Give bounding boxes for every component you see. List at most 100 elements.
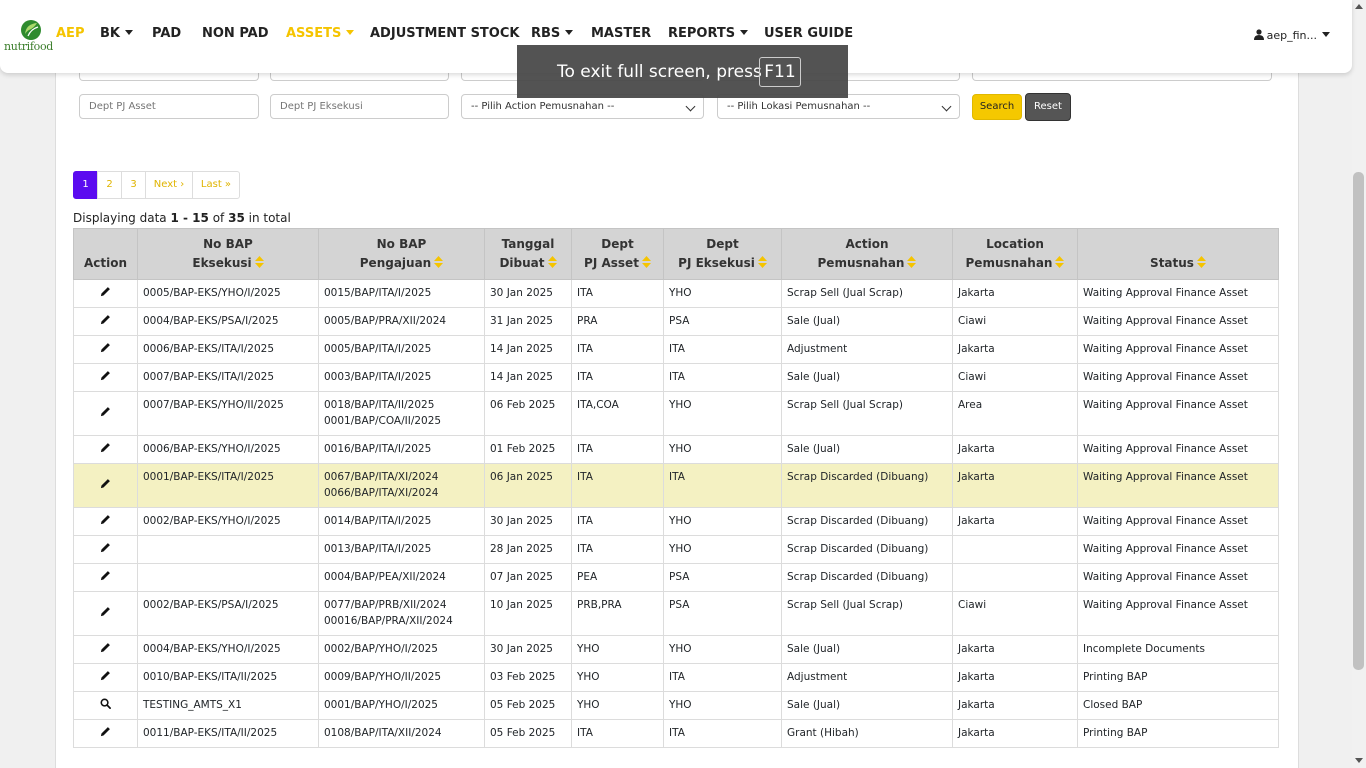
- column-header-status[interactable]: Status: [1077, 228, 1279, 280]
- nutrifood-logo[interactable]: nutrifood: [4, 19, 56, 57]
- nav-user-guide[interactable]: USER GUIDE: [764, 26, 853, 41]
- pengajuan-number: 0005/BAP/ITA/I/2025: [324, 343, 432, 355]
- nav-assets[interactable]: ASSETS: [286, 26, 355, 41]
- scroll-up-icon[interactable]: [1355, 4, 1363, 9]
- dept-pj-asset-cell: ITA: [571, 535, 664, 564]
- edit-pencil-icon[interactable]: [100, 342, 111, 356]
- scroll-down-icon[interactable]: [1355, 758, 1363, 763]
- edit-pencil-icon[interactable]: [100, 726, 111, 740]
- no-bap-pengajuan-cell: 0108/BAP/ITA/XII/2024: [318, 719, 485, 748]
- no-bap-pengajuan-cell: 0005/BAP/PRA/XII/2024: [318, 307, 485, 336]
- page-3-link[interactable]: 3: [121, 171, 146, 199]
- sort-icon[interactable]: [641, 255, 651, 268]
- tanggal-dibuat-cell: 03 Feb 2025: [484, 663, 572, 692]
- dept-pj-asset-input[interactable]: [79, 94, 259, 119]
- action-pemusnahan-cell: Adjustment: [781, 335, 953, 364]
- sort-icon[interactable]: [1196, 255, 1206, 268]
- header-line-2: Eksekusi: [192, 256, 252, 270]
- action-cell: [73, 663, 138, 692]
- no-bap-eksekusi-cell: TESTING_AMTS_X1: [137, 691, 319, 720]
- page-2-link[interactable]: 2: [97, 171, 122, 199]
- sort-icon[interactable]: [254, 255, 264, 268]
- no-bap-pengajuan-cell: 0077/BAP/PRB/XII/2024 00016/BAP/PRA/XII/2…: [318, 591, 485, 636]
- tanggal-dibuat-cell: 30 Jan 2025: [484, 279, 572, 308]
- status-cell: Waiting Approval Finance Asset: [1077, 435, 1279, 464]
- edit-pencil-icon[interactable]: [100, 670, 111, 684]
- edit-pencil-icon[interactable]: [100, 370, 111, 384]
- column-header-location-pemusnahan[interactable]: Location Pemusnahan: [952, 228, 1078, 280]
- header-line-2: PJ Eksekusi: [678, 256, 755, 270]
- no-bap-eksekusi-cell: 0002/BAP-EKS/PSA/I/2025: [137, 591, 319, 636]
- nav-adjustment-stock[interactable]: ADJUSTMENT STOCK: [370, 26, 519, 41]
- action-pemusnahan-cell: Scrap Discarded (Dibuang): [781, 563, 953, 592]
- pengajuan-number: 0066/BAP/ITA/XI/2024: [324, 487, 439, 499]
- nav-non-pad[interactable]: NON PAD: [202, 26, 269, 41]
- nav-rbs[interactable]: RBS: [531, 26, 574, 41]
- dept-pj-eksekusi-cell: YHO: [663, 635, 782, 664]
- nav-aep[interactable]: AEP: [56, 26, 84, 41]
- edit-pencil-icon[interactable]: [100, 314, 111, 328]
- edit-pencil-icon[interactable]: [100, 514, 111, 528]
- summary-range: 1 - 15: [170, 211, 209, 225]
- table-row: 0001/BAP-EKS/ITA/I/2025 0067/BAP/ITA/XI/2…: [73, 463, 1279, 508]
- column-header-no-bap-pengajuan[interactable]: No BAP Pengajuan: [318, 228, 485, 280]
- location-pemusnahan-cell: Jakarta: [952, 507, 1078, 536]
- table-row: 0011/BAP-EKS/ITA/II/2025 0108/BAP/ITA/XII…: [73, 719, 1279, 748]
- nav-master[interactable]: MASTER: [591, 26, 651, 41]
- page-1-link[interactable]: 1: [73, 171, 98, 199]
- column-header-action-pemusnahan[interactable]: Action Pemusnahan: [781, 228, 953, 280]
- pengajuan-number: 0002/BAP/YHO/I/2025: [324, 643, 438, 655]
- table-row: 0010/BAP-EKS/ITA/II/2025 0009/BAP/YHO/II/…: [73, 663, 1279, 692]
- sort-icon[interactable]: [907, 255, 917, 268]
- edit-pencil-icon[interactable]: [100, 406, 111, 420]
- status-cell: Closed BAP: [1077, 691, 1279, 720]
- no-bap-eksekusi-cell: 0010/BAP-EKS/ITA/II/2025: [137, 663, 319, 692]
- sort-icon[interactable]: [1055, 255, 1065, 268]
- column-header-dept-pj-asset[interactable]: Dept PJ Asset: [571, 228, 664, 280]
- user-menu[interactable]: aep_fin...: [1253, 29, 1330, 42]
- no-bap-pengajuan-cell: 0009/BAP/YHO/II/2025: [318, 663, 485, 692]
- pengajuan-number: 0015/BAP/ITA/I/2025: [324, 287, 432, 299]
- dept-pj-eksekusi-cell: YHO: [663, 435, 782, 464]
- nav-pad[interactable]: PAD: [152, 26, 181, 41]
- dept-pj-asset-cell: YHO: [571, 691, 664, 720]
- reset-button[interactable]: Reset: [1025, 93, 1071, 121]
- tanggal-dibuat-cell: 06 Feb 2025: [484, 391, 572, 436]
- scrollbar-thumb[interactable]: [1353, 172, 1364, 670]
- edit-pencil-icon[interactable]: [100, 606, 111, 620]
- last-page-link[interactable]: Last »: [192, 171, 240, 199]
- action-cell: [73, 463, 138, 508]
- summary-prefix: Displaying data: [73, 211, 167, 225]
- status-cell: Waiting Approval Finance Asset: [1077, 463, 1279, 508]
- tanggal-dibuat-cell: 28 Jan 2025: [484, 535, 572, 564]
- logo-text: nutrifood: [4, 40, 54, 53]
- no-bap-eksekusi-cell: 0007/BAP-EKS/ITA/I/2025: [137, 363, 319, 392]
- header-line-1: Action: [845, 237, 889, 251]
- nav-bk[interactable]: BK: [100, 26, 133, 41]
- view-search-icon[interactable]: [100, 698, 111, 712]
- nav-reports[interactable]: REPORTS: [668, 26, 749, 41]
- edit-pencil-icon[interactable]: [100, 642, 111, 656]
- edit-pencil-icon[interactable]: [100, 442, 111, 456]
- sort-icon[interactable]: [547, 255, 557, 268]
- sort-icon[interactable]: [434, 255, 444, 268]
- next-page-link[interactable]: Next ›: [145, 171, 193, 199]
- edit-pencil-icon[interactable]: [100, 570, 111, 584]
- edit-pencil-icon[interactable]: [100, 286, 111, 300]
- edit-pencil-icon[interactable]: [100, 542, 111, 556]
- edit-pencil-icon[interactable]: [100, 478, 111, 492]
- bap-table: Action No BAP Eksekusi No BAP Pengajuan Tangg…: [73, 228, 1279, 748]
- no-bap-pengajuan-cell: 0002/BAP/YHO/I/2025: [318, 635, 485, 664]
- sort-icon[interactable]: [757, 255, 767, 268]
- search-button[interactable]: Search: [972, 94, 1022, 120]
- tanggal-dibuat-cell: 14 Jan 2025: [484, 363, 572, 392]
- column-header-tanggal-dibuat[interactable]: Tanggal Dibuat: [484, 228, 572, 280]
- column-header-no-bap-eksekusi[interactable]: No BAP Eksekusi: [137, 228, 319, 280]
- tanggal-dibuat-cell: 30 Jan 2025: [484, 507, 572, 536]
- column-header-dept-pj-eksekusi[interactable]: Dept PJ Eksekusi: [663, 228, 782, 280]
- tanggal-dibuat-cell: 06 Jan 2025: [484, 463, 572, 508]
- dept-pj-eksekusi-cell: ITA: [663, 719, 782, 748]
- dept-pj-eksekusi-input[interactable]: [270, 94, 449, 119]
- header-line-2: Pemusnahan: [965, 256, 1053, 270]
- dept-pj-asset-cell: ITA,COA: [571, 391, 664, 436]
